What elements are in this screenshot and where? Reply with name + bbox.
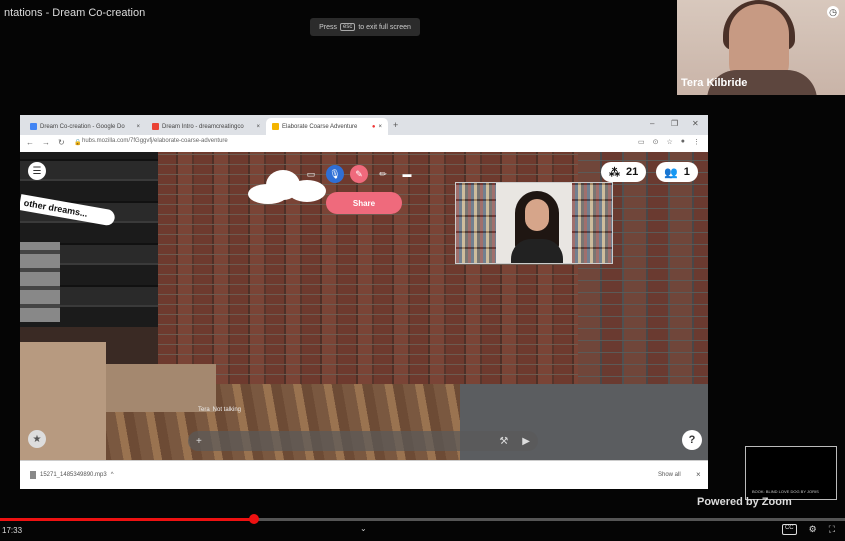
powered-by-zoom: Powered by Zoom [697, 496, 792, 508]
wooden-bench [106, 364, 216, 412]
clock-icon: ◷ [827, 6, 839, 18]
bookshelf-left [456, 183, 496, 263]
address-bar: ← → ↻ 🔒 hubs.mozilla.com/7fGggvfj/elabor… [20, 135, 708, 153]
lock-icon: 🔒 [74, 140, 82, 146]
room-count-badge[interactable]: ⁂ 21 [601, 162, 647, 182]
close-icon[interactable]: × [256, 124, 260, 130]
add-icon[interactable]: + [196, 436, 202, 447]
current-time: 17:33 [2, 526, 23, 535]
camera-icon[interactable]: ▭ [638, 138, 645, 146]
exit-fullscreen-icon[interactable]: ⛶ [829, 524, 835, 535]
mini-caption: BOOK: BLIND LOVE DOG BY JORIS [752, 489, 819, 494]
show-all-button[interactable]: Show all [658, 472, 681, 478]
progress-scrubber[interactable] [248, 514, 259, 524]
zoom-participant-tile[interactable]: Tera Kilbride ◷ [677, 0, 845, 95]
fullscreen-tip: Press esc to exit full screen [310, 18, 420, 36]
chevron-down-icon[interactable]: ⌄ [360, 524, 367, 533]
shared-webcam-video[interactable] [455, 182, 613, 264]
people-icon: 👥 [664, 166, 678, 179]
captions-icon[interactable]: CC [781, 524, 797, 535]
browser-window: Dream Co-creation - Google Do × Dream In… [20, 115, 708, 489]
recording-dot-icon: ● [371, 123, 376, 130]
webcam-person [511, 191, 563, 263]
nametag-status: Not talking [212, 407, 242, 413]
tab-strip: Dream Co-creation - Google Do × Dream In… [20, 115, 708, 135]
esc-tip-prefix: Press [319, 23, 338, 31]
microphone-icon[interactable]: 🎙 [326, 165, 344, 183]
download-item[interactable]: 15271_1485349890.mp3 ^ [30, 471, 114, 479]
tab-label: Elaborate Coarse Adventure [282, 123, 358, 130]
url-field[interactable]: hubs.mozilla.com/7fGggvfj/elaborate-coar… [82, 138, 228, 144]
downloads-shelf: 15271_1485349890.mp3 ^ Show all × [20, 460, 708, 489]
forward-icon[interactable]: → [42, 138, 50, 147]
gmail-icon [152, 123, 159, 130]
gear-icon[interactable]: ⚙ [809, 524, 817, 535]
hamburger-menu-button[interactable]: ☰ [28, 162, 46, 180]
pen-icon[interactable]: ✎ [350, 165, 368, 183]
back-icon[interactable]: ← [26, 138, 34, 147]
hubs-toolbar: ▭ 🎙 ✎ ✏ ▬ [302, 165, 416, 183]
nametag-name: Tera [198, 407, 210, 413]
building-windows [20, 242, 60, 322]
close-icon[interactable]: × [136, 124, 140, 130]
favorite-star-button[interactable]: ★ [28, 430, 46, 448]
info-icon[interactable]: ⊙ [653, 138, 659, 146]
zoom-mini-preview[interactable]: BOOK: BLIND LOVE DOG BY JORIS [745, 446, 837, 500]
minimize-icon[interactable]: – [650, 119, 654, 128]
progress-fill [0, 518, 254, 521]
chevron-up-icon[interactable]: ^ [111, 472, 114, 478]
progress-bar[interactable] [0, 514, 845, 524]
hubs-icon [272, 123, 279, 130]
menu-kebab-icon[interactable]: ⋮ [693, 138, 700, 146]
maximize-icon[interactable]: ❐ [671, 119, 678, 128]
reload-icon[interactable]: ↻ [58, 138, 65, 147]
screen-share-icon[interactable]: ▭ [302, 165, 320, 183]
file-icon [30, 471, 36, 479]
bookshelf-right [572, 183, 612, 263]
draw-icon[interactable]: ✏ [374, 165, 392, 183]
close-icon[interactable]: × [378, 124, 382, 130]
new-tab-button[interactable]: + [393, 120, 398, 130]
docs-icon [30, 123, 37, 130]
close-window-icon[interactable]: ✕ [692, 119, 699, 128]
camera-photo-icon[interactable]: ▬ [398, 165, 416, 183]
tab-label: Dream Co-creation - Google Do [40, 123, 125, 130]
bookmark-star-icon[interactable]: ☆ [666, 138, 672, 146]
participant-name: Tera Kilbride [681, 77, 748, 89]
avatar-nametag: Tera Not talking [198, 407, 241, 413]
people-count: 1 [683, 166, 690, 178]
send-icon[interactable]: ▶ [522, 436, 530, 447]
download-file-name: 15271_1485349890.mp3 [40, 472, 107, 478]
tab-gmail[interactable]: Dream Intro - dreamcreatingco × [146, 118, 266, 135]
window-title: ntations - Dream Co-creation [4, 7, 146, 19]
objects-icon: ⁂ [609, 166, 620, 179]
people-count-badge[interactable]: 👥 1 [656, 162, 698, 182]
share-button[interactable]: Share [326, 192, 402, 214]
tab-label: Dream Intro - dreamcreatingco [162, 123, 244, 130]
close-icon[interactable]: × [696, 470, 701, 479]
settings-tool-icon[interactable]: ⚒ [499, 436, 508, 447]
esc-tip-suffix: to exit full screen [358, 23, 411, 31]
room-count: 21 [626, 166, 639, 178]
chat-input-bar[interactable]: + ⚒ ▶ [188, 431, 538, 451]
profile-avatar-icon[interactable]: ● [681, 138, 685, 146]
tab-hubs[interactable]: Elaborate Coarse Adventure ● × [266, 118, 388, 135]
help-button[interactable]: ? [682, 430, 702, 450]
esc-key: esc [340, 23, 356, 31]
tab-google-doc[interactable]: Dream Co-creation - Google Do × [24, 118, 146, 135]
player-controls: CC ⚙ ⛶ [781, 524, 835, 535]
hubs-3d-scene[interactable]: ☰ other dreams... ▭ 🎙 ✎ ✏ ▬ Share ⁂ 21 👥… [20, 152, 708, 460]
